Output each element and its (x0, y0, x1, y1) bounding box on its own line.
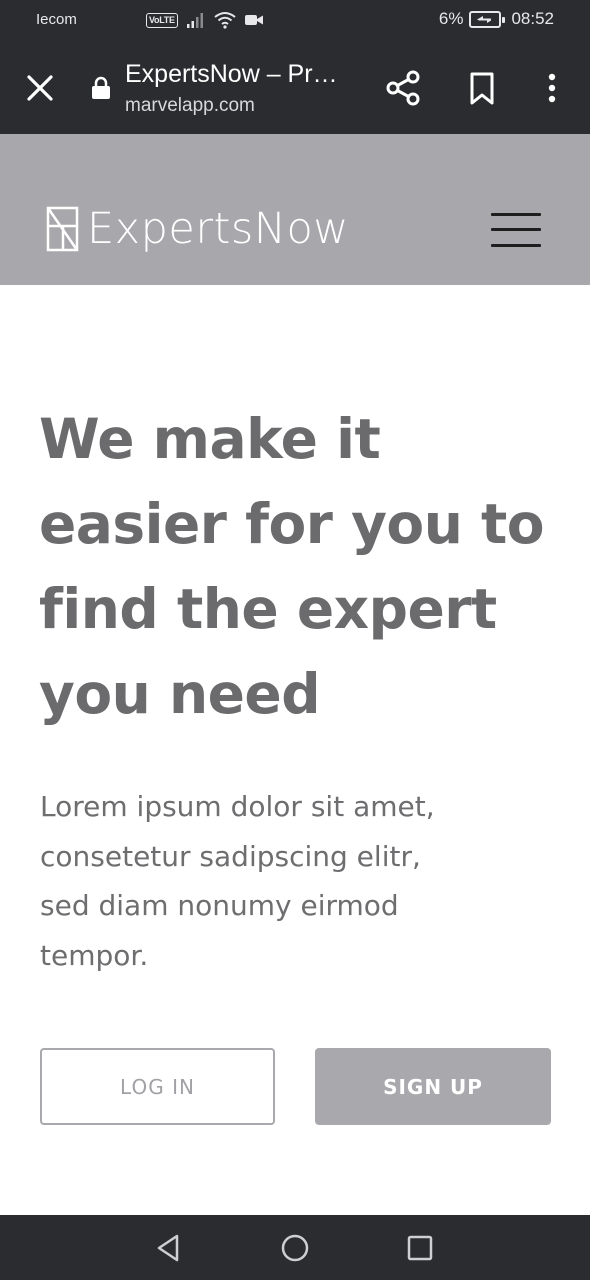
page-url[interactable]: marvelapp.com (125, 95, 255, 117)
browser-toolbar: ExpertsNow – Pr… marvelapp.com (0, 42, 590, 134)
wifi-icon (214, 12, 236, 29)
brand-name: ExpertsNow (87, 204, 349, 254)
hero-title: We make it easier for you to find the ex… (39, 407, 545, 726)
main-content: We make it easier for you to find the ex… (0, 285, 590, 1215)
status-icons: VoLTE (146, 10, 264, 30)
hamburger-icon[interactable] (491, 213, 541, 247)
hero-description: Lorem ipsum dolor sit amet, consetetur s… (40, 790, 435, 972)
bookmark-icon[interactable] (468, 72, 496, 106)
logo-mark-icon (46, 206, 79, 252)
close-icon[interactable] (24, 72, 56, 104)
carrier-name: Iecom (36, 11, 77, 28)
system-nav-bar (0, 1215, 590, 1280)
brand-logo[interactable]: ExpertsNow (46, 206, 349, 252)
home-icon[interactable] (279, 1232, 311, 1264)
login-button[interactable]: LOG IN (40, 1048, 275, 1125)
signal-icon (186, 13, 203, 28)
clock-time: 08:52 (511, 9, 554, 28)
lock-icon (92, 76, 110, 99)
more-vert-icon[interactable] (540, 72, 564, 104)
page-title[interactable]: ExpertsNow – Pr… (125, 60, 360, 89)
signup-button[interactable]: SIGN UP (315, 1048, 551, 1125)
battery-percent: 6% (438, 9, 464, 28)
share-icon[interactable] (386, 70, 420, 106)
site-header: ExpertsNow (0, 134, 590, 285)
status-bar: Iecom VoLTE 6% 08:52 (0, 0, 590, 42)
battery-charging-icon (469, 10, 506, 28)
video-call-icon (244, 15, 263, 25)
volte-badge: VoLTE (146, 12, 178, 28)
recents-icon[interactable] (404, 1232, 436, 1264)
back-icon[interactable] (153, 1232, 185, 1264)
status-right: 6% 08:52 (439, 9, 554, 29)
